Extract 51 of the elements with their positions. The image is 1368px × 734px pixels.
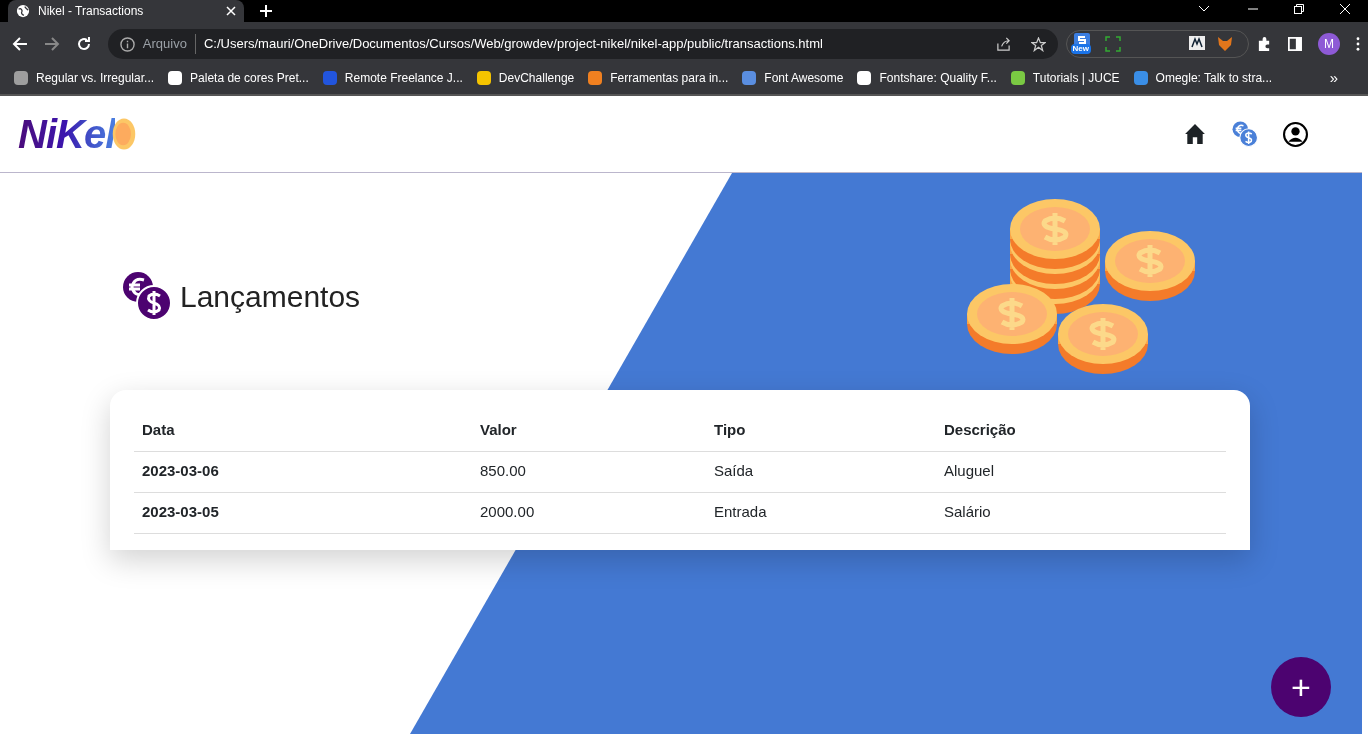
table-cell: 2000.00 <box>472 492 706 533</box>
table-cell: Aluguel <box>936 451 1226 492</box>
star-icon[interactable] <box>1030 36 1046 52</box>
bookmark[interactable]: Fontshare: Quality F... <box>857 69 997 87</box>
close-icon[interactable] <box>226 6 236 16</box>
table-cell: Saída <box>706 451 936 492</box>
extension-icon[interactable] <box>1188 36 1205 52</box>
forward-icon[interactable] <box>43 36 60 52</box>
bookmark[interactable]: Regular vs. Irregular... <box>14 69 155 87</box>
column-header: Descrição <box>936 410 1226 451</box>
more-icon[interactable] <box>1356 37 1360 51</box>
column-header: Data <box>134 410 472 451</box>
url-text: C:/Users/mauri/OneDrive/Documentos/Cursos/Web/growdev/project-nikel/nikel-app/public/transactions.html <box>203 35 824 54</box>
share-icon[interactable] <box>995 36 1011 52</box>
frame-icon[interactable] <box>1104 36 1121 52</box>
bookmark[interactable]: Remote Freelance J... <box>322 69 463 87</box>
table-cell: Salário <box>936 492 1226 533</box>
column-header: Valor <box>472 410 706 451</box>
back-icon[interactable] <box>12 36 28 52</box>
bookmark[interactable]: Tutorials | JUCE <box>1010 69 1120 87</box>
side-panel-icon[interactable] <box>1288 37 1303 51</box>
fox-icon[interactable] <box>1216 36 1233 52</box>
restore-icon[interactable] <box>1294 4 1304 14</box>
table-cell: 2023-03-05 <box>134 492 472 533</box>
globe-icon <box>16 4 30 18</box>
user-icon[interactable] <box>1283 121 1308 147</box>
bookmark[interactable]: DevChallenge <box>476 69 575 87</box>
address-bar[interactable]: Arquivo C:/Users/mauri/OneDrive/Documentos/Cursos/Web/growdev/project-nikel/nikel-app/public/transactions.html <box>107 29 1058 59</box>
table-cell: Entrada <box>706 492 936 533</box>
currency-coins-icon <box>122 271 172 321</box>
table-cell: 2023-03-06 <box>134 451 472 492</box>
new-badge: New <box>1070 44 1091 54</box>
bookmark[interactable]: Paleta de cores Pret... <box>168 69 309 87</box>
bookmark[interactable]: Ferramentas para in... <box>588 69 729 87</box>
close-icon[interactable] <box>1340 4 1350 14</box>
reload-icon[interactable] <box>75 36 92 52</box>
info-icon <box>119 36 135 52</box>
security-label: Arquivo <box>142 34 196 54</box>
page-title: Lançamentos <box>180 278 361 315</box>
table-cell: 850.00 <box>472 451 706 492</box>
bookmark[interactable]: Omegle: Talk to stra... <box>1133 69 1273 87</box>
new-tab-icon[interactable] <box>260 5 272 17</box>
more-bookmarks[interactable]: » <box>1329 66 1338 90</box>
browser-tab[interactable]: Nikel - Transactions <box>8 0 244 22</box>
home-icon[interactable] <box>1184 123 1206 145</box>
profile-avatar[interactable]: M <box>1318 33 1340 55</box>
column-header: Tipo <box>706 410 936 451</box>
bookmark[interactable]: Font Awesome <box>742 69 844 87</box>
tab-title: Nikel - Transactions <box>38 3 145 20</box>
currency-coins-icon <box>1232 121 1258 147</box>
chevron-down-icon[interactable] <box>1198 5 1210 13</box>
